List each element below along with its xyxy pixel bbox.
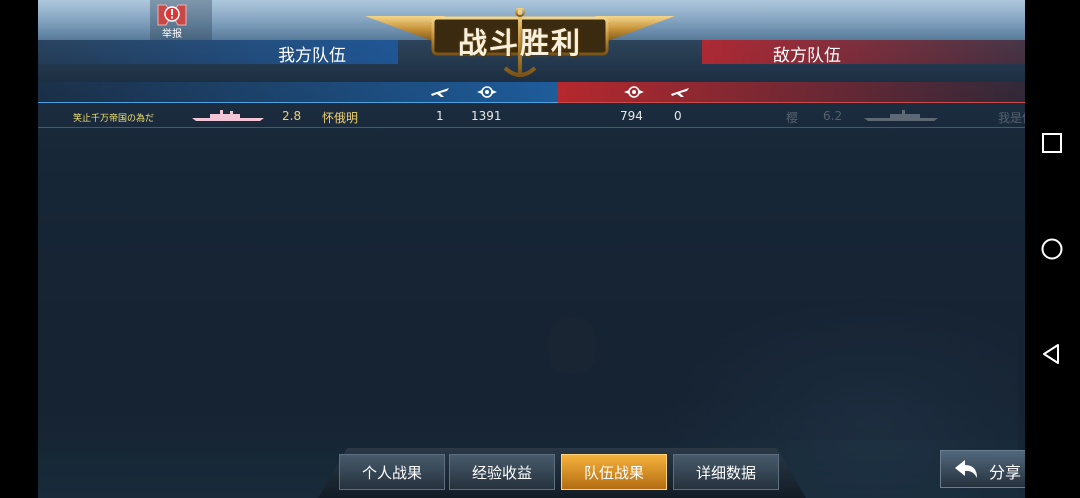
enemy-level: 6.2 <box>823 109 843 123</box>
enemy-team-header <box>702 40 1025 64</box>
enemy-ship-name: 樱 <box>786 111 799 125</box>
tab-detailed-data[interactable]: 详细数据 <box>673 454 779 490</box>
report-label: 举报 <box>162 29 182 40</box>
screen-edge-left <box>0 0 38 498</box>
enemy-team-label: 敌方队伍 <box>773 46 841 66</box>
ship-silhouette <box>548 318 596 374</box>
enemy-kills: 0 <box>674 109 682 123</box>
back-icon[interactable] <box>1040 342 1064 366</box>
plane-icon <box>431 88 449 97</box>
share-arrow-icon <box>955 460 977 478</box>
report-icon[interactable] <box>152 3 192 27</box>
player-name: 笑止千万帝国の為だ <box>73 114 155 124</box>
recent-apps-icon[interactable] <box>1040 131 1064 155</box>
enemy-score: 794 <box>620 109 643 123</box>
victory-title: 战斗胜利 <box>457 26 582 60</box>
player-score: 1391 <box>471 109 502 123</box>
plane-icon <box>671 88 689 97</box>
share-label: 分享 <box>989 463 1022 482</box>
our-team-label: 我方队伍 <box>278 46 346 66</box>
tab-personal-results[interactable]: 个人战果 <box>339 454 445 490</box>
enemy-ship-silhouette-icon <box>864 110 938 121</box>
medal-icon <box>624 86 644 98</box>
player-level: 2.8 <box>282 109 302 123</box>
ship-silhouette-icon <box>192 110 264 121</box>
ship-name: 怀俄明 <box>322 111 359 125</box>
tab-team-results[interactable]: 队伍战果 <box>561 454 667 490</box>
medal-icon <box>477 86 497 98</box>
tab-experience-rewards[interactable]: 经验收益 <box>449 454 555 490</box>
player-kills: 1 <box>436 109 444 123</box>
home-icon[interactable] <box>1040 237 1064 261</box>
